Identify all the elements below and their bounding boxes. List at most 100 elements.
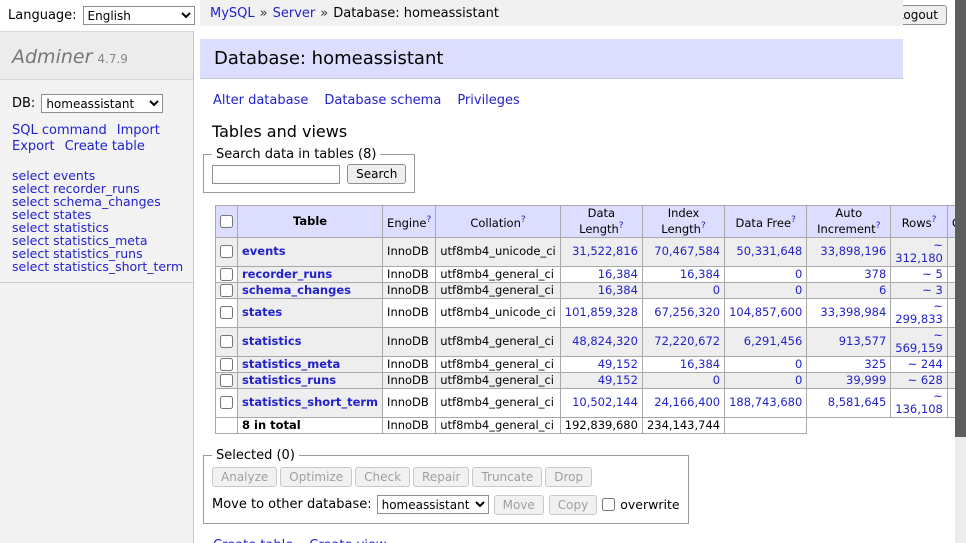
index-length-cell: 16,384 (642, 266, 724, 282)
db-select[interactable]: homeassistant (41, 94, 163, 113)
data-free-link[interactable]: 0 (795, 283, 802, 297)
data-length-link[interactable]: 48,824,320 (572, 334, 638, 348)
row-checkbox[interactable] (220, 374, 233, 387)
repair-button[interactable]: Repair (413, 467, 469, 487)
move-button[interactable]: Move (494, 495, 544, 515)
create-table-sidebar-link[interactable]: Create table (65, 139, 145, 154)
table-name-link[interactable]: recorder_runs (242, 267, 332, 281)
app-name-link[interactable]: Adminer (12, 46, 92, 68)
table-name-link[interactable]: statistics_short_term (242, 395, 378, 409)
collation-cell: utf8mb4_unicode_ci (436, 298, 561, 327)
row-checkbox[interactable] (220, 284, 233, 297)
alter-database-link[interactable]: Alter database (213, 93, 308, 108)
import-link[interactable]: Import (117, 123, 160, 138)
vertical-scrollbar[interactable] (955, 0, 966, 543)
help-link[interactable]: ? (876, 221, 881, 231)
index-length-link[interactable]: 16,384 (680, 267, 720, 281)
table-name-link[interactable]: statistics_meta (242, 357, 340, 371)
table-name-link[interactable]: schema_changes (242, 283, 351, 297)
engine-cell: InnoDB (383, 327, 436, 356)
help-link[interactable]: ? (426, 215, 431, 225)
search-button[interactable]: Search (347, 164, 406, 184)
rows-link[interactable]: ~ 5 (922, 267, 943, 281)
data-free-link[interactable]: 6,291,456 (744, 334, 803, 348)
app-header: Adminer4.7.9 (0, 32, 193, 80)
total-data-length-cell: 192,839,680 (560, 417, 642, 433)
data-free-link[interactable]: 0 (795, 357, 802, 371)
data-free-link[interactable]: 0 (795, 267, 802, 281)
table-name-link[interactable]: events (242, 244, 286, 258)
row-checkbox[interactable] (220, 358, 233, 371)
drop-button[interactable]: Drop (545, 467, 592, 487)
auto-increment-link[interactable]: 39,999 (846, 373, 886, 387)
help-link[interactable]: ? (521, 215, 526, 225)
row-checkbox[interactable] (220, 245, 233, 258)
overwrite-checkbox[interactable] (602, 498, 615, 511)
rows-link[interactable]: ~ 299,833 (895, 299, 943, 326)
help-link[interactable]: ? (932, 215, 937, 225)
table-name-link[interactable]: states (242, 305, 282, 319)
auto-increment-link[interactable]: 325 (864, 357, 886, 371)
table-link[interactable]: statistics_short_term (53, 259, 183, 274)
privileges-link[interactable]: Privileges (457, 93, 520, 108)
row-checkbox[interactable] (220, 396, 233, 409)
data-length-link[interactable]: 49,152 (598, 373, 638, 387)
help-link[interactable]: ? (701, 221, 706, 231)
breadcrumb-server-link[interactable]: Server (273, 6, 316, 21)
auto-increment-link[interactable]: 6 (879, 283, 886, 297)
help-link[interactable]: ? (619, 221, 624, 231)
select-link[interactable]: select (12, 259, 49, 274)
check-button[interactable]: Check (355, 467, 410, 487)
data-length-link[interactable]: 16,384 (598, 267, 638, 281)
sql-command-link[interactable]: SQL command (12, 123, 107, 138)
rows-link[interactable]: ~ 312,180 (895, 238, 943, 265)
data-length-link[interactable]: 49,152 (598, 357, 638, 371)
analyze-button[interactable]: Analyze (212, 467, 277, 487)
auto-increment-link[interactable]: 8,581,645 (828, 395, 887, 409)
create-table-link[interactable]: Create table (213, 538, 293, 543)
index-length-link[interactable]: 0 (713, 283, 720, 297)
scrollbar-thumb[interactable] (955, 0, 966, 437)
table-name-link[interactable]: statistics (242, 334, 302, 348)
data-free-link[interactable]: 50,331,648 (736, 244, 802, 258)
export-link[interactable]: Export (12, 139, 55, 154)
auto-increment-cell: 6 (807, 282, 891, 298)
optimize-button[interactable]: Optimize (280, 467, 352, 487)
help-link[interactable]: ? (791, 215, 796, 225)
data-length-link[interactable]: 101,859,328 (565, 305, 638, 319)
row-checkbox[interactable] (220, 306, 233, 319)
index-length-link[interactable]: 70,467,584 (654, 244, 720, 258)
row-checkbox[interactable] (220, 268, 233, 281)
select-all-checkbox[interactable] (220, 215, 233, 228)
truncate-button[interactable]: Truncate (472, 467, 542, 487)
rows-link[interactable]: ~ 3 (922, 283, 943, 297)
auto-increment-link[interactable]: 33,398,984 (820, 305, 886, 319)
rows-link[interactable]: ~ 244 (908, 357, 943, 371)
index-length-link[interactable]: 67,256,320 (654, 305, 720, 319)
data-length-link[interactable]: 10,502,144 (572, 395, 638, 409)
auto-increment-link[interactable]: 33,898,196 (820, 244, 886, 258)
rows-link[interactable]: ~ 628 (908, 373, 943, 387)
database-schema-link[interactable]: Database schema (324, 93, 441, 108)
row-checkbox[interactable] (220, 335, 233, 348)
index-length-link[interactable]: 24,166,400 (654, 395, 720, 409)
index-length-link[interactable]: 72,220,672 (654, 334, 720, 348)
rows-link[interactable]: ~ 569,159 (895, 328, 943, 355)
data-free-link[interactable]: 188,743,680 (729, 395, 802, 409)
search-input[interactable] (212, 165, 340, 184)
create-view-link[interactable]: Create view (309, 538, 386, 543)
auto-increment-link[interactable]: 378 (864, 267, 886, 281)
breadcrumb-mysql-link[interactable]: MySQL (210, 6, 255, 21)
table-name-link[interactable]: statistics_runs (242, 373, 336, 387)
copy-button[interactable]: Copy (549, 495, 597, 515)
data-length-link[interactable]: 31,522,816 (572, 244, 638, 258)
move-db-select[interactable]: homeassistant (377, 495, 489, 514)
rows-link[interactable]: ~ 136,108 (895, 389, 943, 416)
data-free-link[interactable]: 0 (795, 373, 802, 387)
data-free-link[interactable]: 104,857,600 (729, 305, 802, 319)
auto-increment-link[interactable]: 913,577 (839, 334, 887, 348)
language-select[interactable]: English (83, 6, 195, 25)
index-length-link[interactable]: 0 (713, 373, 720, 387)
index-length-link[interactable]: 16,384 (680, 357, 720, 371)
data-length-link[interactable]: 16,384 (598, 283, 638, 297)
